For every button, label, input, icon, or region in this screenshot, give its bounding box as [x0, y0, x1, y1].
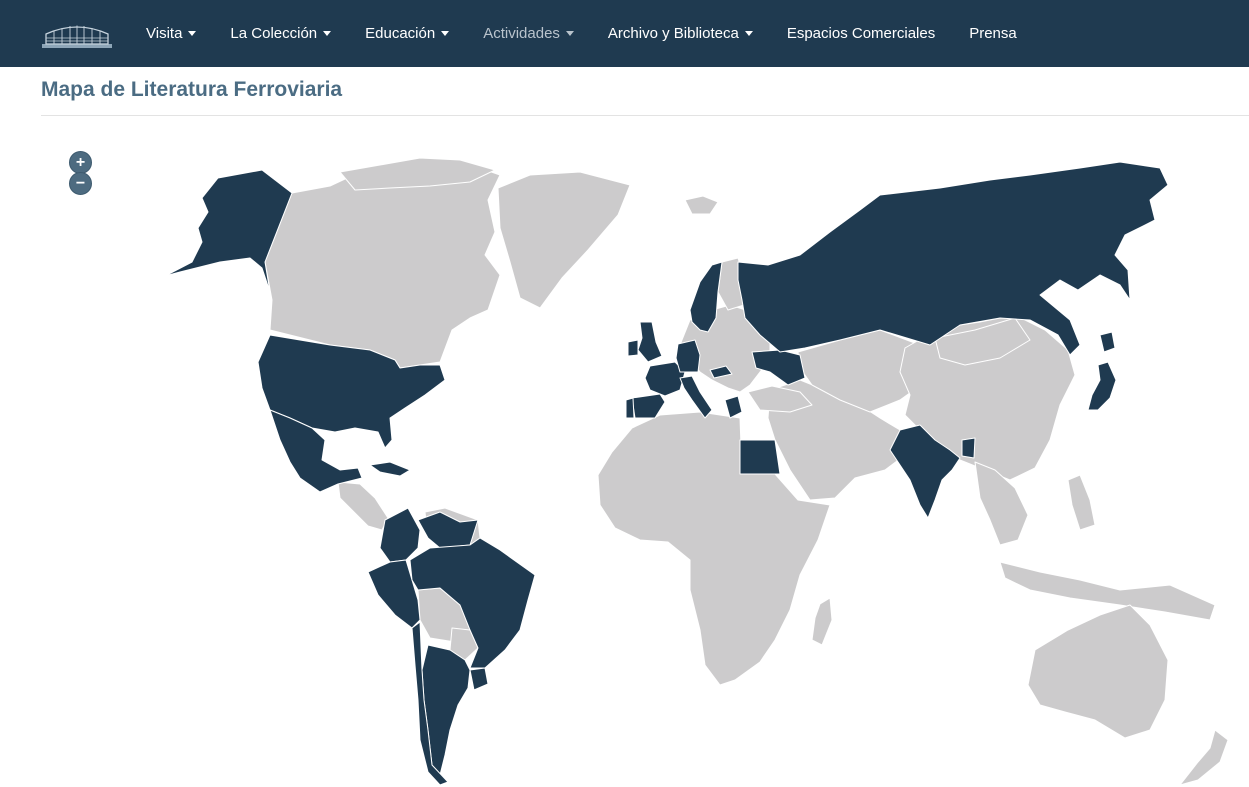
menu-prensa-label: Prensa — [969, 25, 1017, 42]
country-portugal[interactable] — [625, 397, 635, 419]
country-iceland[interactable] — [684, 195, 719, 215]
country-italy[interactable] — [679, 375, 713, 419]
region-central-america[interactable] — [337, 481, 389, 531]
menu-actividades-label: Actividades — [483, 25, 560, 42]
country-madagascar[interactable] — [811, 597, 833, 646]
country-canada[interactable] — [264, 161, 501, 369]
country-australia[interactable] — [1027, 604, 1169, 739]
country-spain[interactable] — [631, 393, 666, 419]
zoom-in-button[interactable]: + — [69, 151, 92, 174]
country-ukraine[interactable] — [751, 349, 806, 386]
world-map[interactable]: + − — [0, 117, 1249, 787]
chevron-down-icon — [323, 31, 332, 36]
menu-espacios-comerciales-label: Espacios Comerciales — [786, 25, 936, 42]
region-philippines[interactable] — [1067, 474, 1096, 531]
chevron-down-icon — [744, 31, 753, 36]
world-map-svg[interactable] — [0, 117, 1249, 787]
country-cuba[interactable] — [369, 461, 411, 477]
page-title: Mapa de Literatura Ferroviaria — [41, 78, 343, 101]
country-russia[interactable] — [737, 161, 1169, 356]
menu-educacion-label: Educación — [365, 25, 436, 42]
country-uruguay[interactable] — [469, 667, 489, 691]
country-ireland[interactable] — [627, 339, 639, 357]
title-divider — [41, 115, 1249, 116]
country-bangladesh[interactable] — [961, 437, 976, 459]
menu-prensa[interactable]: Prensa — [952, 0, 1034, 67]
country-greece[interactable] — [724, 395, 743, 419]
chevron-down-icon — [441, 31, 450, 36]
zoom-out-button[interactable]: − — [69, 172, 92, 195]
chevron-down-icon — [565, 31, 574, 36]
menu-archivo-biblioteca[interactable]: Archivo y Biblioteca — [591, 0, 770, 67]
menu-visita[interactable]: Visita — [129, 0, 213, 67]
chevron-down-icon — [188, 31, 197, 36]
country-japan[interactable] — [1087, 361, 1117, 411]
menu-actividades[interactable]: Actividades — [466, 0, 591, 67]
country-germany[interactable] — [675, 339, 701, 373]
menu-espacios-comerciales[interactable]: Espacios Comerciales — [770, 0, 952, 67]
country-united-kingdom[interactable] — [637, 321, 663, 363]
region-indonesia[interactable] — [999, 561, 1216, 621]
menu-archivo-biblioteca-label: Archivo y Biblioteca — [607, 25, 739, 42]
menu-la-coleccion[interactable]: La Colección — [213, 0, 348, 67]
menu-educacion[interactable]: Educación — [348, 0, 466, 67]
country-new-zealand[interactable] — [1179, 729, 1229, 786]
country-greenland[interactable] — [497, 171, 631, 309]
country-hokkaido[interactable] — [1099, 331, 1116, 353]
main-menu: Visita La Colección Educación Actividade… — [129, 0, 1034, 67]
museum-logo-icon[interactable] — [40, 22, 114, 50]
menu-la-coleccion-label: La Colección — [230, 25, 318, 42]
country-egypt[interactable] — [739, 439, 781, 475]
menu-visita-label: Visita — [146, 25, 183, 42]
top-navbar: Visita La Colección Educación Actividade… — [0, 0, 1249, 67]
